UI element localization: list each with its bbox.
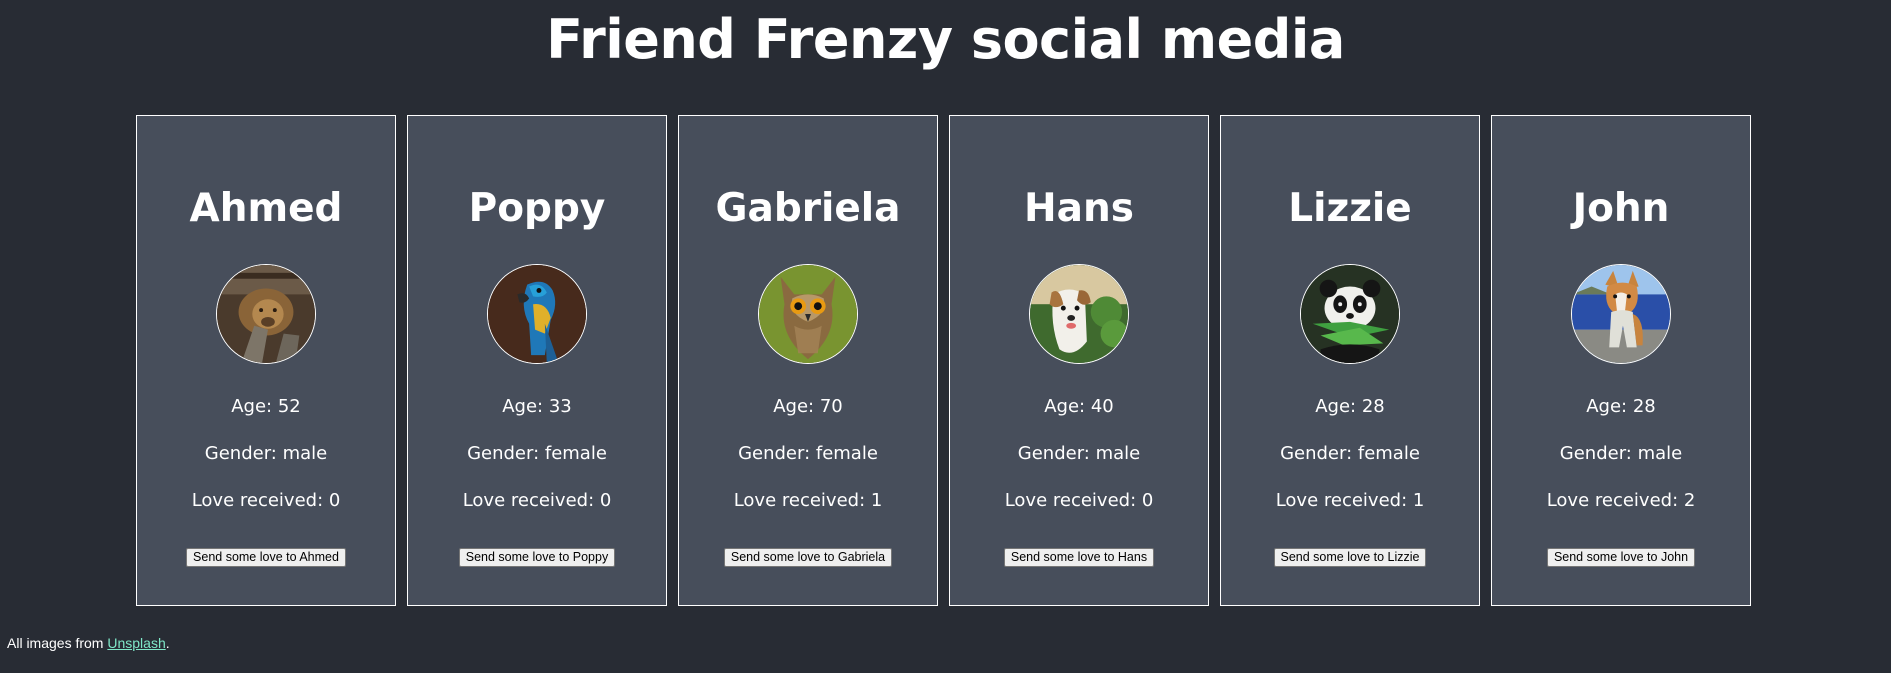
- love-received-text: Love received: 2: [1546, 490, 1696, 511]
- friend-name: Gabriela: [715, 186, 901, 231]
- gender-text: Gender: female: [467, 443, 607, 464]
- friend-card-john: John Age: 28 Gender: male Love received:…: [1491, 115, 1751, 606]
- send-love-button-lizzie[interactable]: Send some love to Lizzie: [1273, 548, 1427, 567]
- friend-name: Lizzie: [1288, 186, 1412, 231]
- love-received-text: Love received: 0: [462, 490, 612, 511]
- friend-card-poppy: Poppy Age: 33 Gender: female Love receiv…: [407, 115, 667, 606]
- age-text: Age: 33: [502, 396, 572, 417]
- send-love-button-john[interactable]: Send some love to John: [1546, 548, 1696, 567]
- footer-suffix: .: [165, 635, 170, 651]
- page-title: Friend Frenzy social media: [546, 8, 1345, 71]
- friend-name: Hans: [1024, 186, 1134, 231]
- send-love-button-poppy[interactable]: Send some love to Poppy: [458, 548, 616, 567]
- lion-avatar: [216, 264, 316, 364]
- dog-avatar: [1029, 264, 1129, 364]
- friend-card-lizzie: Lizzie Age: 28 Gender: female Love recei…: [1220, 115, 1480, 606]
- friend-name: Ahmed: [189, 186, 343, 231]
- footer-prefix: All images from: [7, 635, 108, 651]
- parrot-avatar: [487, 264, 587, 364]
- gender-text: Gender: male: [1017, 443, 1141, 464]
- age-text: Age: 70: [773, 396, 843, 417]
- age-text: Age: 28: [1315, 396, 1385, 417]
- send-love-button-hans[interactable]: Send some love to Hans: [1003, 548, 1155, 567]
- owl-avatar: [758, 264, 858, 364]
- friend-name: John: [1572, 186, 1670, 231]
- friend-card-gabriela: Gabriela Age: 70 Gender: female Love rec…: [678, 115, 938, 606]
- age-text: Age: 40: [1044, 396, 1114, 417]
- love-received-text: Love received: 1: [1275, 490, 1425, 511]
- gender-text: Gender: male: [204, 443, 328, 464]
- age-text: Age: 52: [231, 396, 301, 417]
- gender-text: Gender: male: [1559, 443, 1683, 464]
- gender-text: Gender: female: [1280, 443, 1420, 464]
- love-received-text: Love received: 0: [191, 490, 341, 511]
- love-received-text: Love received: 0: [1004, 490, 1154, 511]
- friend-cards: Ahmed Age: 52 Gender: male Love received…: [136, 115, 1751, 606]
- love-received-text: Love received: 1: [733, 490, 883, 511]
- gender-text: Gender: female: [738, 443, 878, 464]
- footer: All images from Unsplash.: [7, 634, 170, 652]
- send-love-button-gabriela[interactable]: Send some love to Gabriela: [723, 548, 893, 567]
- friend-card-ahmed: Ahmed Age: 52 Gender: male Love received…: [136, 115, 396, 606]
- corgi-avatar: [1571, 264, 1671, 364]
- friend-card-hans: Hans Age: 40 Gender: male Love received:…: [949, 115, 1209, 606]
- panda-avatar: [1300, 264, 1400, 364]
- age-text: Age: 28: [1586, 396, 1656, 417]
- send-love-button-ahmed[interactable]: Send some love to Ahmed: [186, 548, 346, 567]
- unsplash-link[interactable]: Unsplash: [107, 635, 165, 651]
- friend-name: Poppy: [468, 186, 606, 231]
